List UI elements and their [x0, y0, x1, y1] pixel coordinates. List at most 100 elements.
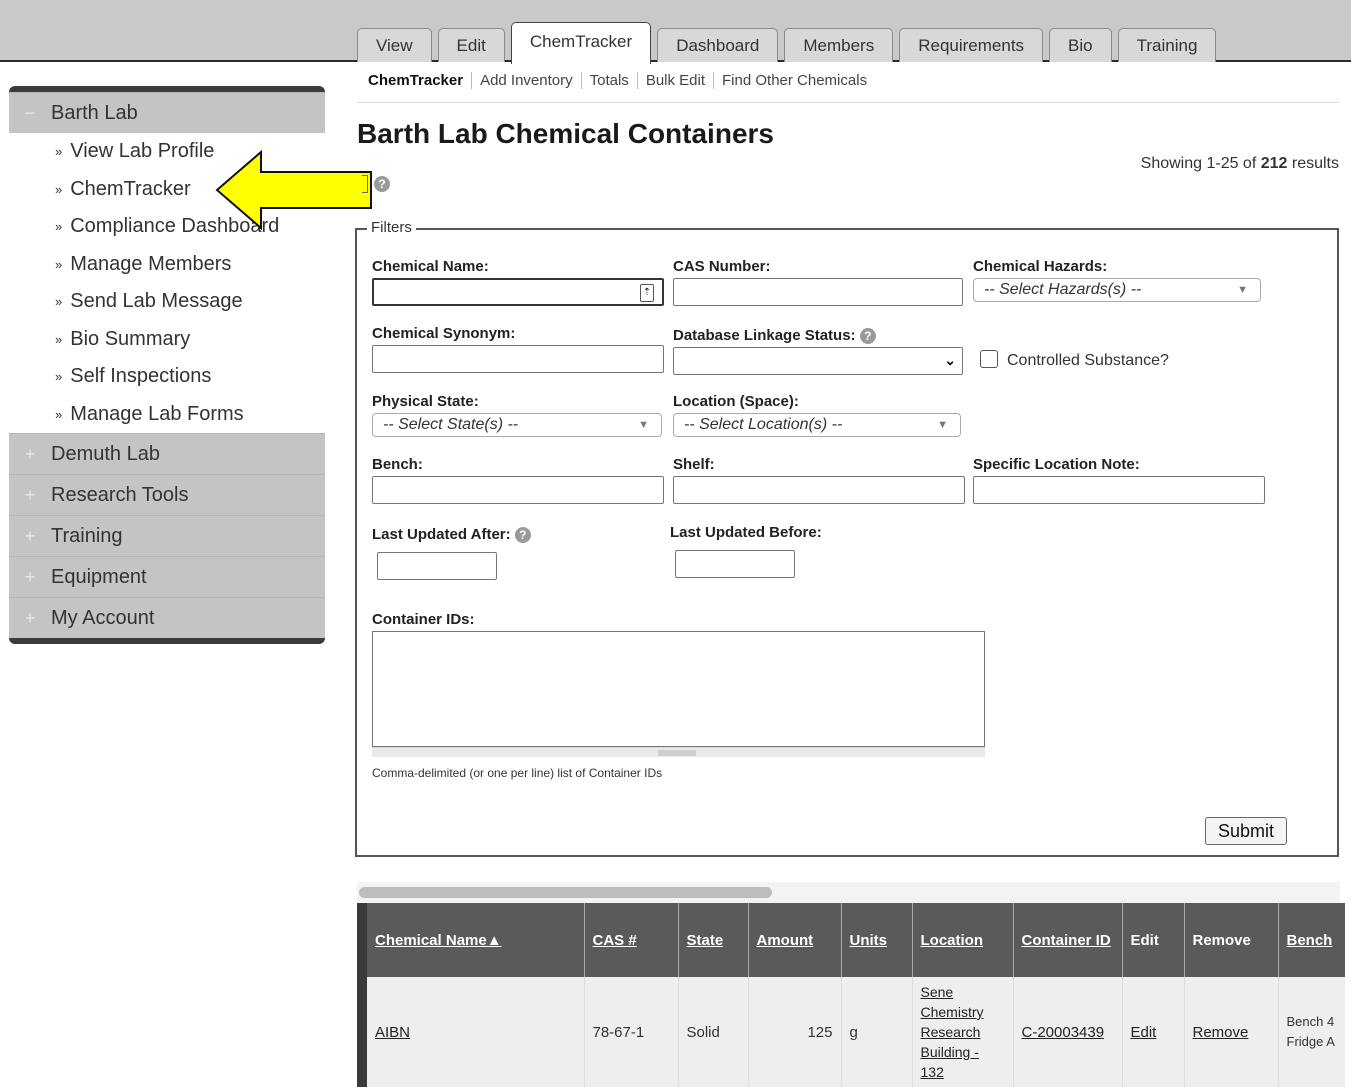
- textarea-scrollbar[interactable]: [372, 747, 985, 757]
- col-container-id[interactable]: Container ID: [1012, 903, 1122, 977]
- col-units[interactable]: Units: [840, 903, 912, 977]
- tab-edit[interactable]: Edit: [437, 28, 505, 62]
- bullet-icon: »: [55, 369, 63, 385]
- location-link[interactable]: Sene Chemistry Research Building - 132: [921, 984, 984, 1080]
- cell-edit[interactable]: Edit: [1121, 977, 1184, 1087]
- col-remove: Remove: [1183, 903, 1278, 977]
- col-state[interactable]: State: [677, 903, 748, 977]
- subnav-totals[interactable]: Totals: [580, 72, 637, 89]
- chemical-name-input[interactable]: ⇡: [372, 278, 664, 306]
- specific-location-label: Specific Location Note:: [973, 456, 1140, 473]
- main-tabs: View Edit ChemTracker Dashboard Members …: [357, 22, 1222, 64]
- cas-number-label: CAS Number:: [673, 258, 771, 275]
- tab-dashboard[interactable]: Dashboard: [657, 28, 779, 62]
- location-select[interactable]: -- Select Location(s) -- ▼: [673, 413, 961, 437]
- cell-chemical-name[interactable]: AIBN: [357, 977, 584, 1087]
- cell-remove[interactable]: Remove: [1183, 977, 1278, 1087]
- physical-state-select[interactable]: -- Select State(s) -- ▼: [372, 413, 662, 437]
- sidebar-section-training[interactable]: + Training: [9, 515, 325, 556]
- sidebar-section-my-account[interactable]: + My Account: [9, 597, 325, 638]
- bench-label: Bench:: [372, 456, 423, 473]
- tab-view[interactable]: View: [357, 28, 432, 62]
- sidebar-item-self-inspections[interactable]: » Self Inspections: [9, 358, 325, 396]
- bullet-icon: »: [55, 331, 63, 347]
- controlled-substance-label: Controlled Substance?: [1007, 352, 1169, 369]
- help-icon[interactable]: ?: [514, 527, 531, 543]
- cell-cas: 78-67-1: [583, 977, 678, 1087]
- chemtracker-subnav: ChemTracker Add Inventory Totals Bulk Ed…: [368, 72, 875, 89]
- physical-state-label: Physical State:: [372, 393, 479, 410]
- cell-container-id[interactable]: C-20003439: [1012, 977, 1122, 1087]
- col-chemical-name[interactable]: Chemical Name▲: [357, 903, 584, 977]
- title-tools: ?: [362, 175, 390, 193]
- select-checkbox[interactable]: [362, 175, 368, 193]
- bullet-icon: »: [55, 219, 63, 235]
- chemical-name-label: Chemical Name:: [372, 258, 489, 275]
- container-ids-textarea[interactable]: [372, 631, 985, 747]
- tab-members[interactable]: Members: [784, 28, 894, 62]
- sidebar-section-label: Demuth Lab: [51, 442, 160, 465]
- chevron-down-icon: ▼: [638, 419, 649, 431]
- col-bench[interactable]: Bench: [1277, 903, 1345, 977]
- sidebar-item-manage-lab-forms[interactable]: » Manage Lab Forms: [9, 396, 325, 434]
- col-cas[interactable]: CAS #: [583, 903, 678, 977]
- controlled-substance-checkbox[interactable]: [980, 350, 998, 368]
- chevron-down-icon: ▼: [1237, 284, 1248, 296]
- chemical-synonym-label: Chemical Synonym:: [372, 325, 516, 342]
- help-icon[interactable]: ?: [374, 176, 390, 192]
- chevron-down-icon: ▼: [937, 419, 948, 431]
- sidebar-item-label: Send Lab Message: [70, 290, 243, 313]
- expand-icon: +: [24, 607, 36, 628]
- db-linkage-label: Database Linkage Status: ?: [673, 327, 876, 344]
- sidebar-section-research-tools[interactable]: + Research Tools: [9, 474, 325, 515]
- cell-amount: 125: [747, 977, 841, 1087]
- shelf-label: Shelf:: [673, 456, 715, 473]
- tab-bio[interactable]: Bio: [1049, 28, 1112, 62]
- specific-location-input[interactable]: [973, 476, 1265, 504]
- tab-chemtracker[interactable]: ChemTracker: [510, 22, 652, 64]
- col-amount[interactable]: Amount: [747, 903, 841, 977]
- subnav-add-inventory[interactable]: Add Inventory: [471, 72, 581, 89]
- sidebar-section-equipment[interactable]: + Equipment: [9, 556, 325, 597]
- sidebar-section-label: Barth Lab: [51, 101, 138, 124]
- shelf-input[interactable]: [673, 476, 965, 504]
- chemical-synonym-input[interactable]: [372, 345, 664, 373]
- chemical-link[interactable]: AIBN: [375, 1024, 410, 1041]
- expand-icon: +: [24, 443, 36, 464]
- help-icon[interactable]: ?: [859, 328, 876, 344]
- hazards-select[interactable]: -- Select Hazards(s) -- ▼: [973, 278, 1261, 302]
- tab-training[interactable]: Training: [1117, 28, 1217, 62]
- sidebar-section-demuth-lab[interactable]: + Demuth Lab: [9, 433, 325, 474]
- filters-panel: Filters Chemical Name: ⇡ CAS Number: Che…: [355, 219, 1339, 857]
- subnav-bulk-edit[interactable]: Bulk Edit: [636, 72, 713, 89]
- bullet-icon: »: [55, 181, 63, 197]
- last-updated-after-input[interactable]: [377, 552, 497, 580]
- sidebar-item-label: ChemTracker: [70, 177, 191, 200]
- cas-number-input[interactable]: [673, 278, 963, 306]
- bullet-icon: »: [55, 256, 63, 272]
- db-linkage-select[interactable]: ⌄: [673, 347, 963, 375]
- expand-icon: +: [24, 525, 36, 546]
- subnav-chemtracker[interactable]: ChemTracker: [368, 72, 471, 89]
- edit-link[interactable]: Edit: [1131, 1024, 1157, 1041]
- sidebar-item-manage-members[interactable]: » Manage Members: [9, 246, 325, 284]
- bullet-icon: »: [55, 294, 63, 310]
- last-updated-before-input[interactable]: [675, 550, 795, 578]
- submit-button[interactable]: Submit: [1205, 817, 1287, 845]
- container-id-link[interactable]: C-20003439: [1022, 1024, 1105, 1041]
- bench-input[interactable]: [372, 476, 664, 504]
- table-scrollbar[interactable]: [357, 882, 1340, 904]
- expand-icon: +: [24, 566, 36, 587]
- sidebar-section-barth-lab[interactable]: − Barth Lab: [9, 92, 325, 133]
- tab-requirements[interactable]: Requirements: [899, 28, 1044, 62]
- sidebar-item-bio-summary[interactable]: » Bio Summary: [9, 321, 325, 359]
- sidebar-item-send-lab-message[interactable]: » Send Lab Message: [9, 283, 325, 321]
- sidebar-item-label: Manage Lab Forms: [70, 402, 244, 425]
- chevron-down-icon: ⌄: [944, 352, 956, 368]
- col-edit: Edit: [1121, 903, 1184, 977]
- subnav-find-other-chemicals[interactable]: Find Other Chemicals: [713, 72, 875, 89]
- cell-location[interactable]: Sene Chemistry Research Building - 132: [911, 977, 1013, 1087]
- remove-link[interactable]: Remove: [1193, 1024, 1249, 1041]
- page-title: Barth Lab Chemical Containers: [357, 118, 774, 149]
- col-location[interactable]: Location: [911, 903, 1013, 977]
